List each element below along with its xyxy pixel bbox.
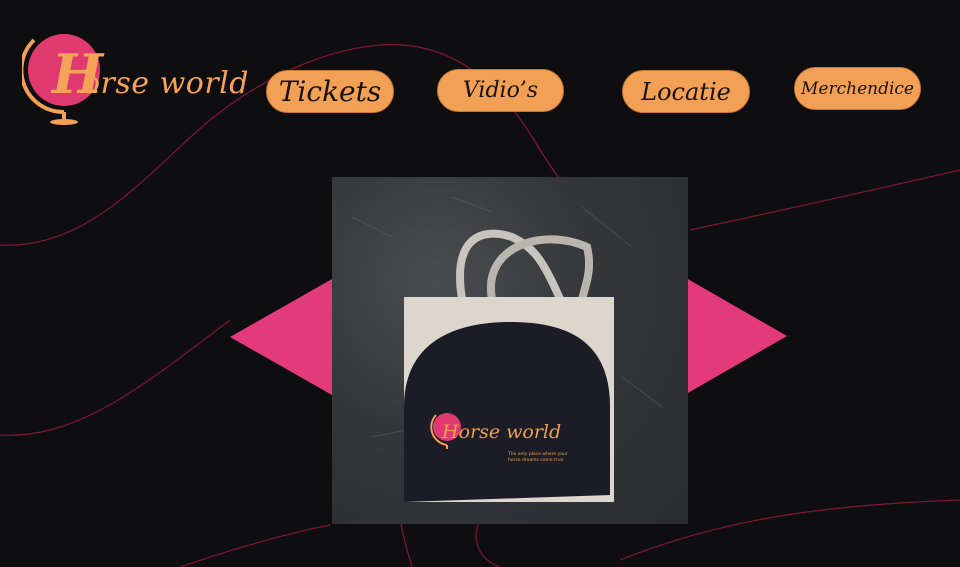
nav-locatie-button[interactable]: Locatie xyxy=(622,70,750,113)
site-logo[interactable]: H orse world xyxy=(22,28,254,128)
tote-bag-illustration xyxy=(351,196,663,502)
triangle-right-icon[interactable] xyxy=(686,278,788,395)
nav-videos-button[interactable]: Vidio’s xyxy=(437,69,564,112)
bag-tagline: The only place where your horse dreams c… xyxy=(508,452,568,463)
logo-initial: H xyxy=(52,42,104,106)
triangle-left-icon[interactable] xyxy=(230,279,334,396)
nav-tickets-button[interactable]: Tickets xyxy=(266,70,394,113)
nav-merchandise-button[interactable]: Merchendice xyxy=(794,67,921,110)
product-photo-tote-bag: Horse world The only place where your ho… xyxy=(332,177,688,524)
logo-text: H orse world xyxy=(52,42,249,106)
bag-logo-text: Horse world xyxy=(442,421,562,443)
logo-word: orse world xyxy=(82,66,249,101)
